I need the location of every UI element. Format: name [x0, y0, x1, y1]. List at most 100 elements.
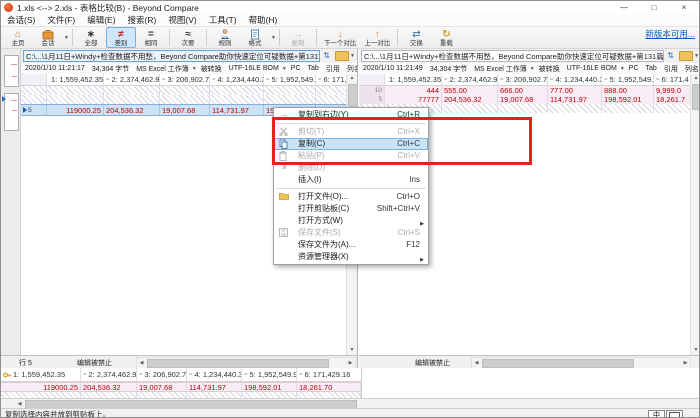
detail-column-header-5[interactable]: =5: 1,952,549.96 — [242, 368, 297, 381]
cell[interactable]: 777.00 — [548, 86, 602, 95]
detail-column-header-1[interactable]: 1: 1,559,452.35 — [1, 368, 81, 381]
cell[interactable]: 9,999.0 — [654, 86, 691, 95]
cell[interactable]: 198,592.01 — [602, 95, 654, 104]
cell[interactable]: 444 — [385, 86, 442, 95]
right-vertical-scrollbar[interactable]: ▲ ▼ — [690, 74, 700, 355]
left-column-header-1[interactable]: 1: 1,559,452.35 — [47, 74, 104, 85]
cell[interactable]: 555.00 — [442, 86, 498, 95]
corner-cell[interactable] — [359, 74, 385, 85]
right-column-header-6[interactable]: =6: 171,4 — [654, 74, 691, 85]
cell[interactable]: 77777 — [385, 95, 442, 104]
new-version-link[interactable]: 新版本可用... — [645, 28, 695, 40]
left-swap-icon[interactable]: ⇅ — [320, 50, 333, 62]
detail-column-header-2[interactable]: =2: 2,374,462.98 — [81, 368, 137, 381]
right-row-gutter[interactable]: 5 — [359, 95, 385, 104]
cell[interactable]: 18,261.7 — [654, 95, 691, 104]
scroll-down-icon[interactable]: ▼ — [691, 346, 700, 355]
scroll-right-icon[interactable]: ▶ — [681, 358, 690, 368]
detail-column-header-6[interactable]: =6: 171,429.16 — [297, 368, 361, 381]
scroll-up-icon[interactable]: ▲ — [691, 74, 700, 83]
right-swap-icon[interactable]: ⇅ — [664, 50, 677, 62]
scroll-up-icon[interactable]: ▲ — [347, 74, 357, 83]
right-browse-folder-icon[interactable] — [679, 51, 693, 61]
detail-row[interactable]: 119000.25 204,536.32 19,007.68 114,731.9… — [1, 382, 361, 392]
reload-button[interactable]: ↻ 重载 — [431, 27, 461, 48]
detail-column-header-4[interactable]: =4: 1,234,440.31 — [187, 368, 242, 381]
left-format[interactable]: MS Excel 工作簿 — [136, 64, 189, 74]
right-format[interactable]: MS Excel 工作簿 — [474, 64, 527, 74]
right-column-header-5[interactable]: =5: 1,952,549.96 — [602, 74, 654, 85]
right-file-minimap[interactable] — [4, 93, 19, 131]
menu-item-open-file[interactable]: 打开文件(O)... Ctrl+O — [274, 191, 428, 203]
cell[interactable]: 114,731.97 — [548, 95, 602, 104]
left-column-header-3[interactable]: =3: 206,902.75 — [160, 74, 210, 85]
menu-item-cut[interactable]: 剪切(T) Ctrl+X — [274, 126, 428, 138]
menu-item-save-file[interactable]: 保存文件(S) Ctrl+S — [274, 227, 428, 239]
cell[interactable]: 666.00 — [498, 86, 548, 95]
show-differences-button[interactable]: ≠ 差别 — [106, 27, 136, 48]
cell[interactable]: 19,007.68 — [160, 105, 210, 115]
menu-edit[interactable]: 编辑(E) — [81, 14, 121, 27]
sessions-button[interactable]: 会话 — [33, 27, 63, 48]
right-row-5[interactable]: 5 77777 204,536.32 19,007.68 114,731.97 … — [359, 95, 691, 104]
menu-item-delete[interactable]: × 删除(D) — [274, 162, 428, 174]
cell[interactable]: 198,592.01 — [242, 382, 297, 392]
sessions-dropdown-caret[interactable]: ▼ — [64, 35, 69, 41]
cell[interactable]: 204,536.32 — [104, 105, 160, 115]
format-dropdown-caret[interactable]: ▼ — [271, 35, 276, 41]
right-browse-caret[interactable]: ▼ — [694, 53, 699, 59]
scroll-down-icon[interactable]: ▼ — [347, 346, 357, 355]
menu-item-save-file-as[interactable]: 保存文件为(A)... F12 — [274, 239, 428, 251]
left-encoding[interactable]: UTF-16LE BOM — [229, 65, 279, 72]
cell[interactable]: 119000.25 — [47, 105, 104, 115]
show-all-button[interactable]: ∗ 全部 — [76, 27, 106, 48]
swap-button[interactable]: ⇄ 交换 — [401, 27, 431, 48]
close-button[interactable]: × — [669, 1, 699, 14]
menu-item-insert[interactable]: 插入(I) Ins — [274, 174, 428, 186]
scroll-left-icon[interactable]: ◀ — [472, 358, 481, 368]
menu-item-paste[interactable]: 粘贴(P) Ctrl+V — [274, 150, 428, 162]
right-column-header-4[interactable]: =4: 1,234,440.31 — [548, 74, 602, 85]
detail-horizontal-scrollbar[interactable]: ◀ — [1, 398, 699, 408]
right-encoding[interactable]: UTF-16LE BOM — [567, 65, 617, 72]
cell[interactable]: 204,536.32 — [442, 95, 498, 104]
cell[interactable]: 119000.25 — [1, 382, 81, 392]
home-button[interactable]: ⌂ 主页 — [3, 27, 33, 48]
left-path-input[interactable]: C:\...\1月11日+Windy+检查数据不用愁，Beyond Compar… — [23, 50, 320, 62]
left-column-header-4[interactable]: =4: 1,234,440.31 — [210, 74, 264, 85]
menu-search[interactable]: 搜索(R) — [122, 14, 163, 27]
left-column-header-6[interactable]: =6: 171,4 — [316, 74, 347, 85]
menu-item-copy[interactable]: 复制(C) Ctrl+C — [274, 138, 428, 150]
menu-session[interactable]: 会话(S) — [1, 14, 41, 27]
menu-help[interactable]: 帮助(H) — [243, 14, 284, 27]
format-button[interactable]: 格式 — [240, 27, 270, 48]
left-column-header-5[interactable]: =5: 1,952,549.96 — [264, 74, 316, 85]
menu-view[interactable]: 视图(V) — [162, 14, 202, 27]
right-column-header-2[interactable]: =2: 2,374,462.98 — [442, 74, 498, 85]
minimize-button[interactable]: — — [609, 1, 639, 14]
scroll-left-icon[interactable]: ◀ — [137, 358, 146, 368]
menu-item-open-clipboard[interactable]: 打开剪贴板(C) Shift+Ctrl+V — [274, 203, 428, 215]
menu-item-explorer[interactable]: 资源管理器(X) ▶ — [274, 251, 428, 263]
next-difference-button[interactable]: ↓ 下一个对比 — [320, 27, 361, 48]
cell[interactable]: 19,007.68 — [498, 95, 548, 104]
cell[interactable]: 114,731.97 — [187, 382, 242, 392]
menu-file[interactable]: 文件(F) — [41, 14, 81, 27]
copy-to-side-button[interactable]: → 复制 — [283, 27, 313, 48]
rules-button[interactable]: 规则 — [210, 27, 240, 48]
left-file-minimap[interactable] — [4, 55, 19, 87]
cell[interactable]: 204,536.32 — [81, 382, 137, 392]
maximize-button[interactable]: □ — [639, 1, 669, 14]
menu-item-open-with[interactable]: 打开方式(W) ▶ — [274, 215, 428, 227]
left-row-gutter[interactable]: 5 — [21, 105, 47, 115]
cell[interactable]: 18,261.70 — [297, 382, 361, 392]
right-column-header-3[interactable]: =3: 206,902.75 — [498, 74, 548, 85]
scroll-right-icon[interactable]: ▶ — [346, 358, 355, 368]
cell[interactable]: 114,731.97 — [210, 105, 264, 115]
right-row-gutter[interactable]: 10 — [359, 86, 385, 95]
right-row-10[interactable]: 10 444 555.00 666.00 777.00 888.00 9,999… — [359, 86, 691, 95]
prev-difference-button[interactable]: ↑ 上一对比 — [360, 27, 394, 48]
show-same-button[interactable]: = 相同 — [136, 27, 166, 48]
left-column-header-2[interactable]: =2: 2,374,462.98 — [104, 74, 160, 85]
cell[interactable]: 888.00 — [602, 86, 654, 95]
